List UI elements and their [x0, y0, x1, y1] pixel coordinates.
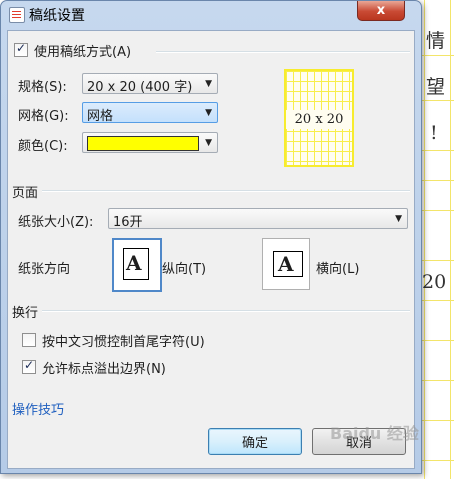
watermark: Baidu 经验 [330, 424, 419, 443]
background-char: 20 [422, 271, 447, 293]
linebreak-section-title: 换行 [12, 306, 39, 321]
chevron-down-icon: ▼ [395, 214, 402, 224]
orientation-label: 纸张方向 [18, 262, 71, 277]
dialog-body: 使用稿纸方式(A) 规格(S): 20 x 20 (400 字) ▼ 网格(G)… [7, 30, 415, 469]
paper-size-label: 纸张大小(Z): [18, 215, 94, 230]
color-select[interactable]: ▼ [82, 132, 218, 153]
page-glyph: A [126, 251, 142, 275]
grid-select[interactable]: 网格 ▼ [82, 102, 218, 124]
separator [156, 51, 410, 53]
spec-select[interactable]: 20 x 20 (400 字) ▼ [82, 73, 218, 95]
background-char: 情 [426, 30, 446, 52]
chevron-down-icon: ▼ [205, 79, 212, 89]
separator [42, 310, 410, 312]
tips-link[interactable]: 操作技巧 [12, 399, 64, 418]
page-glyph: A [278, 252, 294, 276]
use-grid-paper-label[interactable]: 使用稿纸方式(A) [34, 41, 131, 60]
color-swatch [87, 136, 199, 151]
portrait-page-icon: A [123, 248, 149, 280]
grid-preview: 20 x 20 [284, 69, 354, 167]
landscape-option[interactable]: A [262, 238, 310, 290]
app-icon [9, 7, 25, 23]
page-section-title: 页面 [12, 186, 39, 201]
title-bar[interactable]: 稿纸设置 x [1, 1, 421, 27]
landscape-label[interactable]: 横向(L) [316, 258, 359, 277]
preview-text: 20 x 20 [286, 110, 352, 129]
close-button[interactable]: x [357, 1, 405, 21]
portrait-option[interactable]: A [112, 238, 162, 292]
landscape-page-icon: A [273, 251, 303, 277]
ok-button[interactable]: 确定 [208, 428, 302, 455]
punctuation-overflow-checkbox[interactable] [22, 358, 36, 374]
paper-size-select[interactable]: 16开 ▼ [108, 208, 408, 230]
separator [42, 190, 410, 192]
chinese-rule-checkbox[interactable] [22, 333, 36, 347]
use-grid-paper-checkbox[interactable] [14, 41, 28, 57]
spec-label: 规格(S): [18, 80, 67, 95]
spec-value: 20 x 20 (400 字) [87, 80, 193, 95]
chevron-down-icon: ▼ [205, 108, 212, 118]
grid-value: 网格 [87, 109, 114, 124]
grid-label: 网格(G): [18, 109, 69, 124]
grid-paper-dialog: 稿纸设置 x 使用稿纸方式(A) 规格(S): 20 x 20 (400 字) … [0, 0, 422, 474]
background-char: 望 [426, 76, 446, 98]
paper-size-value: 16开 [113, 215, 143, 230]
chinese-rule-label[interactable]: 按中文习惯控制首尾字符(U) [42, 331, 205, 350]
background-char: ! [430, 122, 438, 144]
dialog-title: 稿纸设置 [29, 8, 85, 24]
punctuation-overflow-label[interactable]: 允许标点溢出边界(N) [42, 358, 166, 377]
chevron-down-icon: ▼ [205, 138, 212, 148]
portrait-label[interactable]: 纵向(T) [162, 258, 206, 277]
color-label: 颜色(C): [18, 139, 68, 154]
